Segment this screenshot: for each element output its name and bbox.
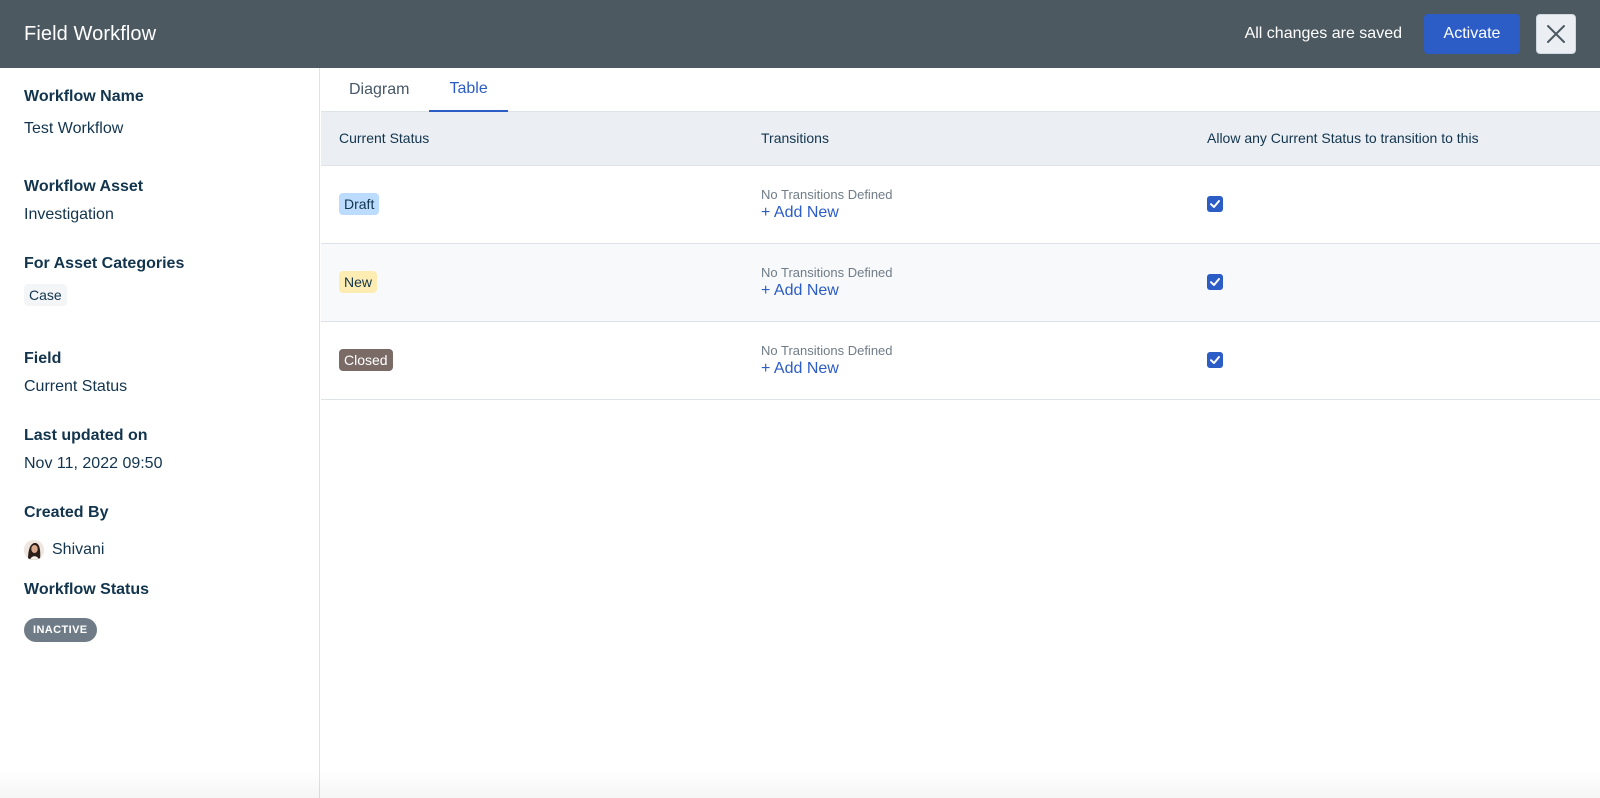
checkmark-icon xyxy=(1210,200,1220,208)
tab-table[interactable]: Table xyxy=(429,68,508,112)
field-value: Current Status xyxy=(24,378,128,395)
transitions-text: No Transitions Defined xyxy=(761,264,893,280)
table-row: Closed No Transitions Defined + Add New xyxy=(321,321,1600,399)
transitions-table: Current Status Transitions Allow any Cur… xyxy=(321,112,1600,400)
allow-any-checkbox[interactable] xyxy=(1207,352,1223,368)
workflow-status-badge: INACTIVE xyxy=(24,618,97,642)
activate-button[interactable]: Activate xyxy=(1424,14,1520,54)
workflow-details-panel: Workflow Name Test Workflow Workflow Ass… xyxy=(0,68,320,798)
status-badge-closed: Closed xyxy=(339,349,393,371)
column-header-transitions: Transitions xyxy=(761,112,1201,166)
table-header-row: Current Status Transitions Allow any Cur… xyxy=(321,112,1600,166)
top-bar: Field Workflow All changes are saved Act… xyxy=(0,0,1600,68)
last-updated-value: Nov 11, 2022 09:50 xyxy=(24,455,163,472)
avatar xyxy=(24,540,44,560)
workflow-main-panel: Diagram Table Current Status Transitions… xyxy=(321,68,1600,798)
bottom-shadow xyxy=(0,770,1600,798)
save-status: All changes are saved xyxy=(1244,25,1402,42)
workflow-status-label: Workflow Status xyxy=(24,581,150,598)
created-by-name: Shivani xyxy=(52,541,105,558)
add-transition-link[interactable]: + Add New xyxy=(761,204,1201,222)
workflow-name-label: Workflow Name xyxy=(24,88,144,105)
transitions-text: No Transitions Defined xyxy=(761,186,893,202)
column-header-allow-any: Allow any Current Status to transition t… xyxy=(1201,112,1600,166)
close-button[interactable] xyxy=(1536,14,1576,54)
add-transition-link[interactable]: + Add New xyxy=(761,360,1201,378)
workflow-asset-value: Investigation xyxy=(24,206,114,223)
table-row: Draft No Transitions Defined + Add New xyxy=(321,165,1600,243)
status-badge-draft: Draft xyxy=(339,193,380,215)
created-by: Shivani xyxy=(24,540,104,560)
asset-categories-label: For Asset Categories xyxy=(24,255,185,272)
checkmark-icon xyxy=(1210,278,1220,286)
page-title: Field Workflow xyxy=(24,22,157,45)
transitions-text: No Transitions Defined xyxy=(761,342,893,358)
tab-diagram[interactable]: Diagram xyxy=(329,68,429,112)
table-row: New No Transitions Defined + Add New xyxy=(321,243,1600,321)
add-transition-link[interactable]: + Add New xyxy=(761,282,1201,300)
last-updated-label: Last updated on xyxy=(24,427,148,444)
close-icon xyxy=(1547,25,1565,43)
workflow-asset-label: Workflow Asset xyxy=(24,178,144,195)
workflow-name-value: Test Workflow xyxy=(24,120,124,137)
checkmark-icon xyxy=(1210,356,1220,364)
allow-any-checkbox[interactable] xyxy=(1207,274,1223,290)
status-badge-new: New xyxy=(339,271,378,293)
asset-category-tag: Case xyxy=(24,284,67,306)
field-label: Field xyxy=(24,350,62,367)
column-header-current-status: Current Status xyxy=(321,112,761,166)
view-tabs: Diagram Table xyxy=(321,68,1600,112)
created-by-label: Created By xyxy=(24,504,109,521)
allow-any-checkbox[interactable] xyxy=(1207,196,1223,212)
